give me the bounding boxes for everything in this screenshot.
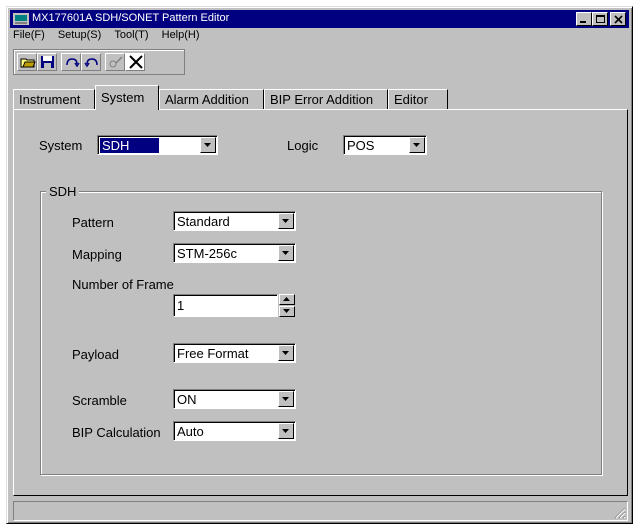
payload-label: Payload <box>72 347 119 362</box>
menu-file[interactable]: File(F) <box>13 29 45 41</box>
menu-setup[interactable]: Setup(S) <box>58 29 101 41</box>
window-title: MX177601A SDH/SONET Pattern Editor <box>32 12 230 24</box>
status-bar <box>13 501 628 521</box>
chevron-down-icon <box>204 143 211 147</box>
dropdown-button[interactable] <box>278 423 294 439</box>
bip-calculation-value: Auto <box>177 424 204 439</box>
title-bar[interactable]: MX177601A SDH/SONET Pattern Editor <box>10 10 629 28</box>
scramble-value: ON <box>177 392 197 407</box>
maximize-icon <box>596 15 605 23</box>
bip-calculation-label: BIP Calculation <box>72 425 161 440</box>
dropdown-button[interactable] <box>278 213 294 229</box>
menu-bar: File(F) Setup(S) Tool(T) Help(H) <box>13 29 210 46</box>
close-icon <box>614 15 623 24</box>
maximize-button[interactable] <box>592 12 608 26</box>
mapping-label: Mapping <box>72 247 122 262</box>
menu-tool[interactable]: Tool(T) <box>114 29 148 41</box>
chevron-down-icon <box>283 309 290 313</box>
tab-instrument[interactable]: Instrument <box>13 89 95 109</box>
mapping-value: STM-256c <box>177 246 237 261</box>
chevron-down-icon <box>282 397 289 401</box>
mapping-select[interactable]: STM-256c <box>173 243 296 263</box>
tab-editor[interactable]: Editor <box>388 89 448 109</box>
chevron-down-icon <box>282 351 289 355</box>
scramble-label: Scramble <box>72 393 127 408</box>
app-icon <box>13 13 29 25</box>
close-icon <box>129 55 143 69</box>
bip-calculation-select[interactable]: Auto <box>173 421 296 441</box>
payload-value: Free Format <box>177 346 249 361</box>
minimize-icon <box>580 21 586 23</box>
resize-grip-icon[interactable] <box>614 507 626 519</box>
edit-button[interactable] <box>105 53 125 71</box>
undo-button[interactable] <box>81 53 101 71</box>
logic-label: Logic <box>287 138 319 153</box>
frames-label: Number of Frame <box>72 277 174 292</box>
dropdown-button[interactable] <box>200 137 216 153</box>
save-button[interactable] <box>37 53 57 71</box>
chevron-down-icon <box>282 219 289 223</box>
system-label: System <box>39 138 83 153</box>
system-value: SDH <box>100 138 160 153</box>
dropdown-button[interactable] <box>278 245 294 261</box>
undo-icon <box>84 58 98 68</box>
scramble-select[interactable]: ON <box>173 389 296 409</box>
logic-value: POS <box>347 138 375 153</box>
frames-value: 1 <box>177 298 185 313</box>
decrement-button[interactable] <box>279 306 295 317</box>
menu-help[interactable]: Help(H) <box>162 29 200 41</box>
edit-icon <box>109 56 123 68</box>
pattern-select[interactable]: Standard <box>173 211 296 231</box>
tab-alarm-addition[interactable]: Alarm Addition <box>159 89 264 109</box>
redo-button[interactable] <box>61 53 81 71</box>
frames-input[interactable]: 1 <box>173 294 278 317</box>
chevron-down-icon <box>282 251 289 255</box>
open-icon <box>20 58 36 68</box>
chevron-down-icon <box>282 429 289 433</box>
tab-bip-error-addition[interactable]: BIP Error Addition <box>264 89 388 109</box>
dropdown-button[interactable] <box>278 345 294 361</box>
close-tool-button[interactable] <box>125 53 145 71</box>
dropdown-button[interactable] <box>409 137 425 153</box>
toolbar <box>13 49 185 75</box>
open-button[interactable] <box>17 53 37 71</box>
chevron-down-icon <box>413 143 420 147</box>
frames-stepper <box>279 294 295 317</box>
tab-system[interactable]: System <box>95 85 159 110</box>
system-select[interactable]: SDH <box>97 135 218 155</box>
logic-select[interactable]: POS <box>343 135 427 155</box>
save-icon <box>41 56 54 68</box>
pattern-label: Pattern <box>72 215 114 230</box>
app-window: MX177601A SDH/SONET Pattern Editor File(… <box>6 6 633 524</box>
minimize-button[interactable] <box>576 12 592 26</box>
increment-button[interactable] <box>279 294 295 305</box>
dropdown-button[interactable] <box>278 391 294 407</box>
chevron-up-icon <box>283 297 290 301</box>
redo-icon <box>66 58 80 68</box>
pattern-value: Standard <box>177 214 230 229</box>
payload-select[interactable]: Free Format <box>173 343 296 363</box>
sdh-group-title: SDH <box>46 184 80 199</box>
close-window-button[interactable] <box>610 12 626 26</box>
